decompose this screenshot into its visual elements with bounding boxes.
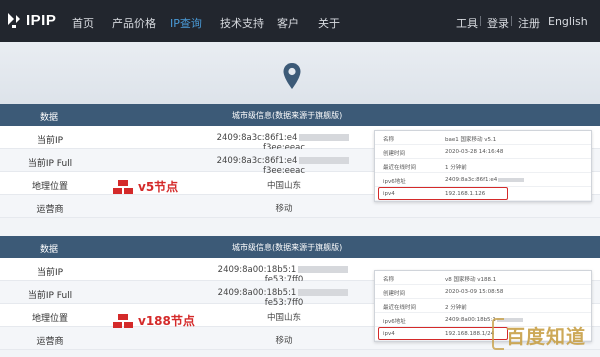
nav-home[interactable]: 首页 xyxy=(72,15,94,31)
panel-header-label: 数据 xyxy=(40,113,59,123)
device-detail-card: 名称 bae1 国家移动 v5.1 创建时间 2020-03-28 14:16:48… xyxy=(374,130,592,202)
location-pin-icon xyxy=(283,63,301,89)
panel-header-label: 数据 xyxy=(40,245,59,255)
nav-ip-query[interactable]: IP查询 xyxy=(170,15,202,31)
node-label: v5节点 xyxy=(138,180,179,194)
card-row: ipv4 192.168.1.126 xyxy=(375,187,591,201)
row-label: 当前IP xyxy=(36,136,64,146)
panel-header: 数据 城市级信息(数据来源于旗舰版) xyxy=(0,104,600,126)
card-row: 名称 bae1 国家移动 v5.1 xyxy=(375,131,591,145)
row-label: 当前IP Full xyxy=(27,291,73,301)
nav-english[interactable]: English xyxy=(548,15,588,28)
row-label: 当前IP xyxy=(36,268,64,278)
watermark-logo-icon xyxy=(492,318,504,350)
nav-divider xyxy=(480,16,481,26)
watermark-text: 百度知道 xyxy=(506,326,587,348)
row-label: 运营商 xyxy=(36,337,64,347)
row-label: 运营商 xyxy=(36,205,64,215)
row-value: 中国山东 xyxy=(266,313,301,323)
nav-support[interactable]: 技术支持 xyxy=(220,15,264,31)
top-nav: IPIP 首页 产品价格 IP查询 技术支持 客户 关于 工具 登录 注册 En… xyxy=(0,0,600,42)
panel-header-title: 城市级信息(数据来源于旗舰版) xyxy=(232,243,343,252)
nav-tools[interactable]: 工具 xyxy=(456,15,478,31)
card-row: 名称 v8 国家移动 v188.1 xyxy=(375,271,591,285)
card-row: ipv6地址 2409:8a3c:86f1:e4 xyxy=(375,173,591,187)
nav-pricing[interactable]: 产品价格 xyxy=(112,15,156,31)
row-value: 移动 xyxy=(275,336,293,346)
network-node-icon xyxy=(113,179,133,194)
row-value: 移动 xyxy=(275,204,293,214)
logo[interactable]: IPIP xyxy=(6,11,56,29)
row-label: 当前IP Full xyxy=(27,159,73,169)
nav-clients[interactable]: 客户 xyxy=(277,15,299,31)
logo-mark-icon xyxy=(8,13,20,28)
card-row: 创建时间 2020-03-28 14:16:48 xyxy=(375,145,591,159)
nav-register[interactable]: 注册 xyxy=(518,15,540,31)
network-node-icon xyxy=(113,313,133,328)
node-tag-v188: v188节点 xyxy=(112,312,195,329)
nav-about[interactable]: 关于 xyxy=(318,15,340,31)
node-label: v188节点 xyxy=(138,314,195,328)
panel-header-title: 城市级信息(数据来源于旗舰版) xyxy=(232,111,343,120)
nav-divider xyxy=(511,16,512,26)
row-label: 地理位置 xyxy=(31,314,68,324)
row-label: 地理位置 xyxy=(31,182,68,192)
highlight-box xyxy=(378,187,508,200)
nav-login[interactable]: 登录 xyxy=(487,15,509,31)
card-row: 最近在线时间 1 分钟前 xyxy=(375,159,591,173)
row-value: 中国山东 xyxy=(266,181,301,191)
card-row: 创建时间 2020-03-09 15:08:58 xyxy=(375,285,591,299)
panel-header: 数据 城市级信息(数据来源于旗舰版) xyxy=(0,236,600,258)
node-tag-v5: v5节点 xyxy=(112,178,178,195)
logo-text: IPIP xyxy=(26,11,57,29)
card-row: 最近在线时间 2 分钟前 xyxy=(375,299,591,313)
